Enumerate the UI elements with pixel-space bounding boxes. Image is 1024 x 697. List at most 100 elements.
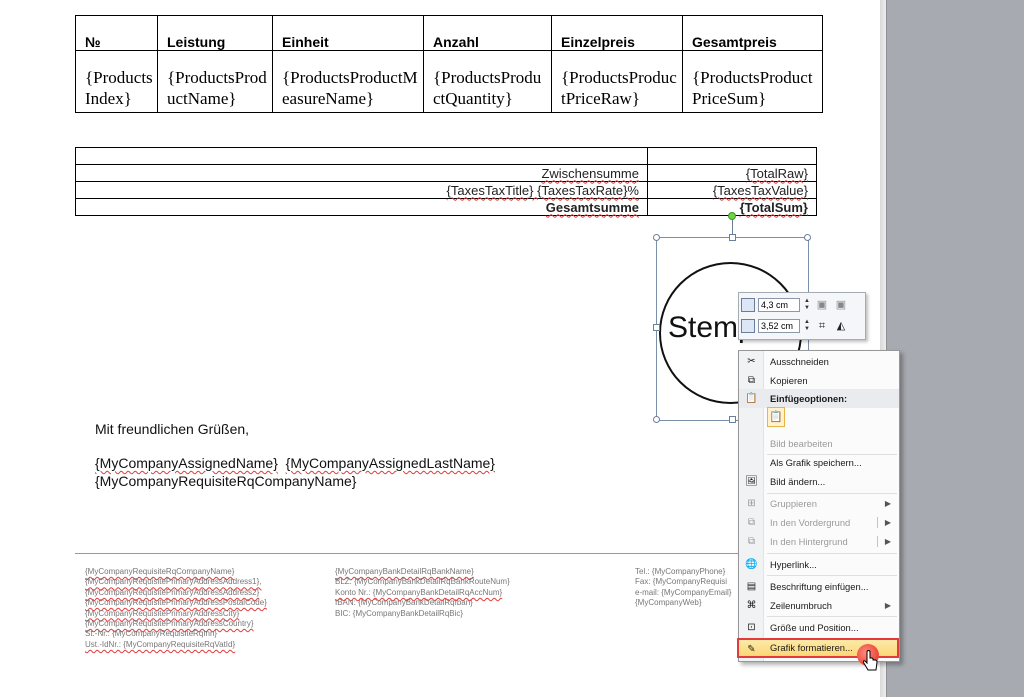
subtotal-row: Zwischensumme {TotalRaw}	[75, 164, 817, 182]
footer-line: {MyCompanyBankDetailRqBankName}	[335, 567, 474, 576]
send-backward-icon[interactable]: ▣	[833, 298, 849, 312]
resize-handle-bottom-left[interactable]	[653, 416, 660, 423]
menu-item-label: Gruppieren	[770, 498, 817, 509]
width-spinner[interactable]: ▲ ▼	[803, 319, 811, 333]
subtotal-label-text: Zwischensumme	[541, 165, 639, 181]
resize-handle-top-left[interactable]	[653, 234, 660, 241]
footer-col-company: {MyCompanyRequisiteRqCompanyName} {MyCom…	[85, 567, 267, 650]
menu-separator	[767, 616, 897, 617]
footer-line: IBAN: {MyCompanyBankDetailRqIban}	[335, 598, 473, 608]
totals-empty-row	[75, 147, 817, 165]
rotate-handle[interactable]	[728, 212, 736, 220]
cell-product-name[interactable]: {ProductsProductName}	[157, 50, 273, 113]
items-header-row: № Leistung Einheit Anzahl Einzelpreis Ge…	[75, 15, 823, 51]
closing-text: Mit freundlichen Grüßen,	[95, 421, 250, 437]
footer-line: Konto Nr.: {MyCompanyBankDetailRqAccNum}	[335, 587, 503, 597]
width-row: 3,52 cm ▲ ▼ ⌗ ◭	[741, 317, 849, 335]
menu-separator	[767, 575, 897, 576]
footer-line: {MyCompanyRequisitePrimaryAddressCity}	[85, 608, 240, 618]
footer-line: e-mail: {MyCompanyEmail}	[635, 587, 732, 597]
change-picture-icon: 🖼	[745, 476, 758, 487]
format-picture-icon: ✎	[747, 644, 756, 655]
subtotal-value-text: {TotalRaw}	[745, 165, 808, 181]
menu-item-send-to-back: ⧉ In den Hintergrund ▶	[739, 532, 899, 551]
globe-link-icon: 🌐	[745, 559, 758, 570]
col-header-unit: Einheit	[272, 15, 424, 51]
submenu-arrow-icon: ▶	[884, 518, 891, 527]
menu-item-wrap-text[interactable]: ⌘ Zeilenumbruch ▶	[739, 596, 899, 615]
footer-line: {MyCompanyWeb}	[635, 598, 702, 608]
paste-option-button[interactable]: 📋	[767, 407, 785, 427]
workspace-background	[886, 0, 1024, 697]
mini-toolbar: 4,3 cm ▲ ▼ ▣ ▣ 3,52 cm ▲ ▼ ⌗ ◭	[738, 292, 866, 340]
caption-icon: ▤	[746, 581, 757, 592]
menu-item-label: Bild ändern...	[770, 476, 826, 487]
menu-item-label: Größe und Position...	[770, 622, 859, 633]
copy-icon: ⧉	[747, 375, 756, 386]
cell-price-sum[interactable]: {ProductsProductPriceSum}	[682, 50, 823, 113]
col-header-unit-price: Einzelpreis	[551, 15, 683, 51]
hand-cursor-icon	[862, 650, 878, 671]
col-header-quantity: Anzahl	[423, 15, 552, 51]
company-name: {MyCompanyRequisiteRqCompanyName}	[95, 473, 357, 489]
footer-line: Tel.: {MyCompanyPhone}	[635, 567, 726, 576]
height-spinner[interactable]: ▲ ▼	[803, 298, 811, 312]
menu-item-change-picture[interactable]: 🖼 Bild ändern...	[739, 472, 899, 491]
submenu-arrow-icon: ▶	[884, 601, 891, 610]
split-divider	[877, 517, 878, 528]
menu-item-label: In den Hintergrund	[770, 536, 848, 547]
menu-item-edit-picture: Bild bearbeiten	[739, 434, 899, 453]
total-label[interactable]: Gesamtsumme	[75, 198, 648, 216]
signature-names: {MyCompanyAssignedName} {MyCompanyAssign…	[95, 455, 495, 471]
footer-line: {MyCompanyRequisitePrimaryAddressAddress…	[85, 577, 262, 587]
crop-icon[interactable]: ⌗	[814, 319, 830, 333]
submenu-arrow-icon: ▶	[884, 537, 891, 546]
menu-item-hyperlink[interactable]: 🌐 Hyperlink...	[739, 555, 899, 574]
tax-label[interactable]: {TaxesTaxTitle} {TaxesTaxRate}%	[75, 181, 648, 199]
menu-item-insert-caption[interactable]: ▤ Beschriftung einfügen...	[739, 577, 899, 596]
footer-col-contact: Tel.: {MyCompanyPhone} Fax: {MyCompanyRe…	[635, 567, 731, 609]
footer-line: BLZ: {MyCompanyBankDetailRqBankRouteNum}	[335, 577, 510, 587]
cell-price-raw[interactable]: {ProductsProductPriceRaw}	[551, 50, 683, 113]
resize-handle-bottom[interactable]	[729, 416, 736, 423]
menu-item-copy[interactable]: ⧉ Kopieren	[739, 371, 899, 390]
total-value-text: {TotalSum}	[739, 199, 808, 215]
menu-item-label: In den Vordergrund	[770, 517, 851, 528]
bring-to-front-icon: ⧉	[747, 517, 756, 528]
resize-handle-top-right[interactable]	[804, 234, 811, 241]
menu-item-save-as-picture[interactable]: Als Grafik speichern...	[739, 453, 899, 472]
tax-value[interactable]: {TaxesTaxValue}	[647, 181, 817, 199]
col-header-service: Leistung	[157, 15, 273, 51]
totals-empty-cell[interactable]	[647, 147, 817, 165]
tax-value-text: {TaxesTaxValue}	[712, 182, 808, 198]
cell-index[interactable]: {ProductsIndex}	[75, 50, 158, 113]
menu-item-cut[interactable]: ✂ Ausschneiden	[739, 352, 899, 371]
shape-styles-icon[interactable]: ◭	[833, 319, 849, 333]
cell-measure-name[interactable]: {ProductsProductMeasureName}	[272, 50, 424, 113]
size-position-icon: ⊡	[747, 622, 756, 633]
footer-line: {MyCompanyRequisiteRqCompanyName}	[85, 567, 235, 576]
subtotal-label[interactable]: Zwischensumme	[75, 164, 648, 182]
shape-width-icon	[741, 319, 755, 333]
menu-item-label: Kopieren	[770, 375, 808, 386]
clipboard-icon: 📋	[745, 393, 758, 404]
footer-col-bank: {MyCompanyBankDetailRqBankName} BLZ: {My…	[335, 567, 510, 619]
resize-handle-top[interactable]	[729, 234, 736, 241]
bring-forward-icon[interactable]: ▣	[814, 298, 830, 312]
split-divider	[877, 536, 878, 547]
width-input[interactable]: 3,52 cm	[758, 319, 800, 333]
resize-handle-left[interactable]	[653, 324, 660, 331]
menu-item-label: Ausschneiden	[770, 356, 829, 367]
table-row: {ProductsIndex} {ProductsProductName} {P…	[75, 50, 823, 113]
assigned-name: {MyCompanyAssignedName}	[95, 455, 278, 471]
items-table: № Leistung Einheit Anzahl Einzelpreis Ge…	[75, 15, 823, 113]
shape-height-icon	[741, 298, 755, 312]
height-input[interactable]: 4,3 cm	[758, 298, 800, 312]
paste-options-header: 📋 Einfügeoptionen:	[739, 389, 899, 408]
totals-empty-cell[interactable]	[75, 147, 648, 165]
footer-line: St.-Nr.: {MyCompanyRequisiteRqInn}	[85, 629, 218, 639]
group-icon: ⊞	[747, 498, 756, 509]
subtotal-value[interactable]: {TotalRaw}	[647, 164, 817, 182]
menu-item-size-position[interactable]: ⊡ Größe und Position...	[739, 618, 899, 637]
cell-quantity[interactable]: {ProductsProductQuantity}	[423, 50, 552, 113]
